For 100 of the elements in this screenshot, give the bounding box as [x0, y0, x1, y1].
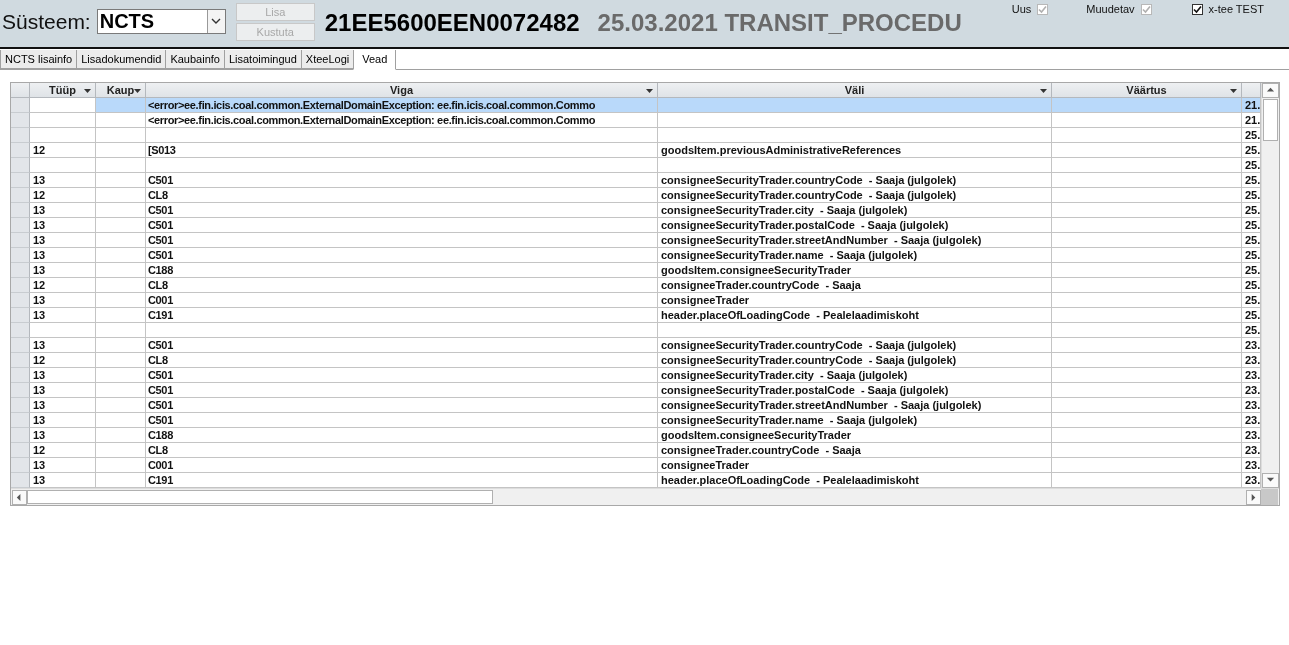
tab[interactable]: NCTS lisainfo: [0, 50, 78, 69]
table-cell: C188: [146, 263, 658, 278]
table-cell: [30, 98, 96, 113]
table-cell: consigneeSecurityTrader.streetAndNumber - Saaja (julgolek): [658, 398, 1052, 413]
table-cell: CL8: [146, 278, 658, 293]
table-cell: 12: [30, 143, 96, 158]
column-header[interactable]: Viga: [146, 83, 658, 98]
filter-dropdown-icon[interactable]: [84, 89, 91, 93]
chevron-down-icon: [211, 18, 222, 25]
table-cell: 13: [30, 473, 96, 488]
row-header[interactable]: [11, 443, 30, 458]
row-header[interactable]: [11, 473, 30, 488]
tab[interactable]: Vead: [353, 50, 397, 70]
table-cell: C501: [146, 248, 658, 263]
column-header[interactable]: Väärtus: [1052, 83, 1242, 98]
table-cell: C501: [146, 383, 658, 398]
select-all-corner[interactable]: [11, 83, 30, 98]
row-header[interactable]: [11, 278, 30, 293]
table-cell: C501: [146, 173, 658, 188]
table-cell: 12: [30, 353, 96, 368]
row-header[interactable]: [11, 218, 30, 233]
scrollbar-thumb[interactable]: [1263, 99, 1278, 141]
row-header[interactable]: [11, 188, 30, 203]
right-arrow-icon: [1249, 492, 1258, 502]
table-cell: 13: [30, 413, 96, 428]
table-cell: 12: [30, 443, 96, 458]
vertical-scrollbar[interactable]: [1261, 83, 1279, 488]
row-header[interactable]: [11, 233, 30, 248]
table-cell: [30, 128, 96, 143]
table-cell: 13: [30, 308, 96, 323]
column-header[interactable]: Väli: [658, 83, 1052, 98]
row-header[interactable]: [11, 368, 30, 383]
checkbox-label: x-tee TEST: [1208, 3, 1264, 15]
table-cell: 13: [30, 383, 96, 398]
table-cell: 13: [30, 428, 96, 443]
table-cell: consigneeSecurityTrader.countryCode - Saaja (julgolek): [658, 338, 1052, 353]
tab[interactable]: Kaubainfo: [165, 50, 225, 69]
table-cell: [30, 113, 96, 128]
table-cell: goodsItem.consigneeSecurityTrader: [658, 428, 1052, 443]
row-header[interactable]: [11, 113, 30, 128]
document-number: 21EE5600EEN0072482: [324, 9, 580, 37]
row-header[interactable]: [11, 173, 30, 188]
table-cell: 13: [30, 338, 96, 353]
table-cell: C501: [146, 338, 658, 353]
tab[interactable]: Lisadokumendid: [76, 50, 167, 69]
table-cell: 23.: [1242, 353, 1261, 368]
row-header[interactable]: [11, 143, 30, 158]
row-header[interactable]: [11, 158, 30, 173]
tab[interactable]: Lisatoimingud: [223, 50, 302, 69]
table-cell: 13: [30, 368, 96, 383]
row-header[interactable]: [11, 203, 30, 218]
table-cell: C001: [146, 458, 658, 473]
filter-dropdown-icon[interactable]: [1040, 89, 1047, 93]
table-cell: consigneeTrader.countryCode - Saaja: [658, 443, 1052, 458]
column-header[interactable]: Kaup: [96, 83, 146, 98]
table-cell: 12: [30, 188, 96, 203]
row-header[interactable]: [11, 263, 30, 278]
row-header[interactable]: [11, 353, 30, 368]
row-header[interactable]: [11, 428, 30, 443]
row-header[interactable]: [11, 98, 30, 113]
table-cell: 25.: [1242, 233, 1261, 248]
table-cell: 23.: [1242, 338, 1261, 353]
table-cell: 13: [30, 173, 96, 188]
table-cell: 13: [30, 263, 96, 278]
table-cell: 25.: [1242, 188, 1261, 203]
row-header[interactable]: [11, 128, 30, 143]
row-header[interactable]: [11, 413, 30, 428]
checkbox[interactable]: [1191, 3, 1203, 15]
table-cell: 13: [30, 233, 96, 248]
table-cell: consigneeSecurityTrader.name - Saaja (julgolek): [658, 413, 1052, 428]
row-header[interactable]: [11, 458, 30, 473]
table-cell: header.placeOfLoadingCode - Pealelaadimiskoht: [658, 308, 1052, 323]
filter-dropdown-icon[interactable]: [1230, 89, 1237, 93]
table-cell: 21.: [1242, 113, 1261, 128]
row-header[interactable]: [11, 398, 30, 413]
table-cell: C001: [146, 293, 658, 308]
horizontal-scrollbar[interactable]: [11, 488, 1279, 505]
row-header[interactable]: [11, 383, 30, 398]
row-header[interactable]: [11, 293, 30, 308]
column-header[interactable]: Tüüp: [30, 83, 96, 98]
row-header[interactable]: [11, 338, 30, 353]
table-cell: 13: [30, 293, 96, 308]
table-cell: goodsItem.previousAdministrativeReferences: [658, 143, 1052, 158]
table-cell: 13: [30, 218, 96, 233]
row-header[interactable]: [11, 308, 30, 323]
table-cell: C191: [146, 473, 658, 488]
table-cell: 25.: [1242, 173, 1261, 188]
column-header[interactable]: [1242, 83, 1261, 98]
filter-dropdown-icon[interactable]: [646, 89, 653, 93]
filter-dropdown-icon[interactable]: [134, 89, 141, 93]
table-cell: CL8: [146, 188, 658, 203]
row-header[interactable]: [11, 323, 30, 338]
row-header[interactable]: [11, 248, 30, 263]
system-dropdown[interactable]: NCTS: [96, 9, 226, 34]
scrollbar-thumb[interactable]: [27, 490, 493, 504]
table-cell: 25.: [1242, 263, 1261, 278]
table-cell: 21.: [1242, 98, 1261, 113]
tab[interactable]: XteeLogi: [300, 50, 355, 69]
table-cell: 25.: [1242, 308, 1261, 323]
table-cell: 23.: [1242, 428, 1261, 443]
